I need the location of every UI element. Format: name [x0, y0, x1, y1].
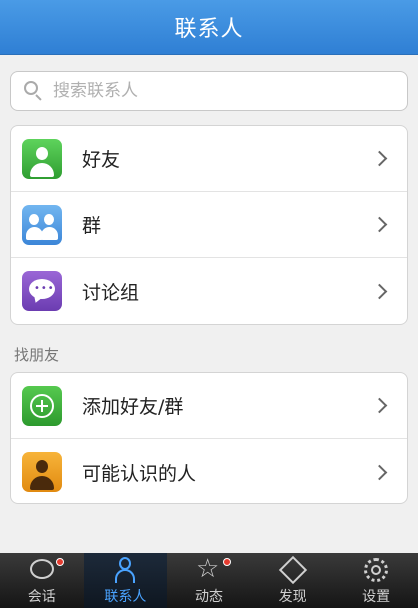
chevron-right-icon — [371, 283, 388, 299]
contacts-icon — [110, 556, 140, 584]
badge-dot — [56, 558, 64, 566]
list-item-label: 群 — [82, 215, 102, 237]
tab-label: 会话 — [27, 589, 56, 605]
search-bar[interactable] — [10, 71, 408, 111]
chevron-right-icon — [371, 150, 388, 167]
list-item-label: 可能认识的人 — [82, 462, 197, 485]
tab-label: 发现 — [278, 589, 307, 605]
friend-icon — [22, 138, 62, 179]
tab-label: 动态 — [194, 589, 223, 605]
chevron-right-icon — [371, 216, 388, 233]
contacts-list: 好友 群 ••• 讨论组 — [10, 125, 408, 325]
tab-contacts[interactable]: 联系人 — [83, 553, 168, 608]
list-item-add-friend[interactable]: 添加好友/群 — [11, 373, 407, 439]
add-icon — [22, 385, 62, 426]
tab-discover[interactable]: 发现 — [251, 553, 335, 608]
tab-settings[interactable]: 设置 — [334, 553, 418, 608]
discover-icon — [278, 555, 308, 585]
search-input[interactable] — [53, 81, 383, 101]
list-item-people-you-may-know[interactable]: 可能认识的人 — [11, 439, 407, 503]
search-icon — [23, 80, 45, 102]
badge-dot — [223, 558, 232, 566]
star-icon: ☆ — [195, 554, 220, 584]
title-bar: 联系人 — [0, 0, 418, 55]
discussion-icon: ••• — [22, 271, 62, 311]
list-item-label: 讨论组 — [82, 281, 140, 304]
tab-feeds[interactable]: ☆ 动态 — [167, 553, 251, 608]
list-item-label: 好友 — [82, 149, 121, 171]
group-icon — [22, 204, 62, 245]
page-title: 联系人 — [174, 17, 244, 42]
tab-label: 设置 — [362, 589, 391, 605]
list-item-discussions[interactable]: ••• 讨论组 — [11, 258, 407, 324]
chevron-right-icon — [371, 464, 388, 480]
tab-chats[interactable]: 会话 — [0, 553, 84, 608]
chat-icon — [27, 556, 57, 584]
chevron-right-icon — [371, 397, 388, 414]
person-icon — [22, 452, 62, 492]
tab-label: 联系人 — [104, 589, 147, 605]
tab-bar: 会话 联系人 ☆ 动态 发现 设置 — [0, 553, 418, 608]
section-header: 找朋友 — [14, 346, 60, 364]
list-item-groups[interactable]: 群 — [11, 192, 407, 258]
settings-icon — [361, 556, 391, 584]
find-friends-list: 添加好友/群 可能认识的人 — [10, 372, 408, 504]
list-item-label: 添加好友/群 — [82, 396, 184, 418]
list-item-friends[interactable]: 好友 — [11, 126, 407, 192]
